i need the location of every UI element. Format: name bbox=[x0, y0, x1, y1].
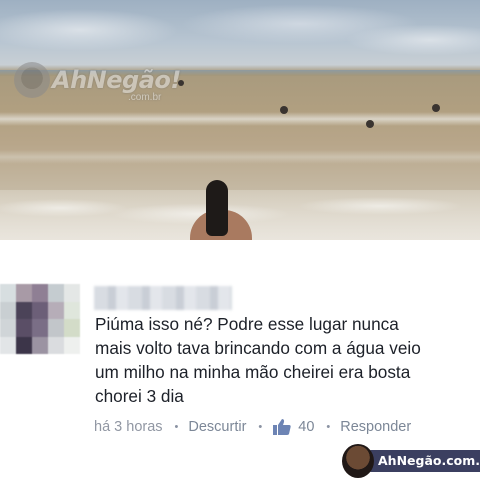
wave-line bbox=[0, 150, 480, 164]
separator-dot: • bbox=[174, 421, 179, 433]
comment-timestamp[interactable]: há 3 horas bbox=[94, 419, 163, 435]
site-badge: AhNegão.com.br bbox=[342, 444, 480, 478]
wave-line bbox=[0, 112, 480, 126]
comment-text: Piúma isso né? Podre esse lugar nunca ma… bbox=[95, 314, 421, 406]
swimmer bbox=[366, 120, 374, 128]
thumbs-up-icon[interactable] bbox=[272, 418, 292, 436]
beach-photo: AhNegão! .com.br bbox=[0, 0, 480, 240]
like-count[interactable]: 40 bbox=[298, 419, 314, 435]
separator-dot: • bbox=[326, 421, 331, 433]
author-name-blurred[interactable] bbox=[94, 286, 232, 310]
site-badge-label: AhNegão.com.br bbox=[368, 450, 480, 472]
comment-actions: há 3 horas • Descurtir • 40 • Responder bbox=[94, 416, 411, 438]
avatar[interactable] bbox=[0, 284, 80, 354]
mascot-face-icon bbox=[342, 444, 374, 478]
watermark-domain: .com.br bbox=[128, 92, 162, 103]
reply-link[interactable]: Responder bbox=[340, 419, 411, 435]
swimmer bbox=[280, 106, 288, 114]
watermark: AhNegão! .com.br bbox=[14, 62, 181, 103]
swimmer bbox=[432, 104, 440, 112]
watermark-logo-icon bbox=[14, 62, 50, 98]
separator-dot: • bbox=[258, 421, 263, 433]
person-in-water bbox=[190, 180, 256, 240]
unlike-link[interactable]: Descurtir bbox=[188, 419, 246, 435]
watermark-brand: AhNegão! bbox=[52, 66, 181, 94]
